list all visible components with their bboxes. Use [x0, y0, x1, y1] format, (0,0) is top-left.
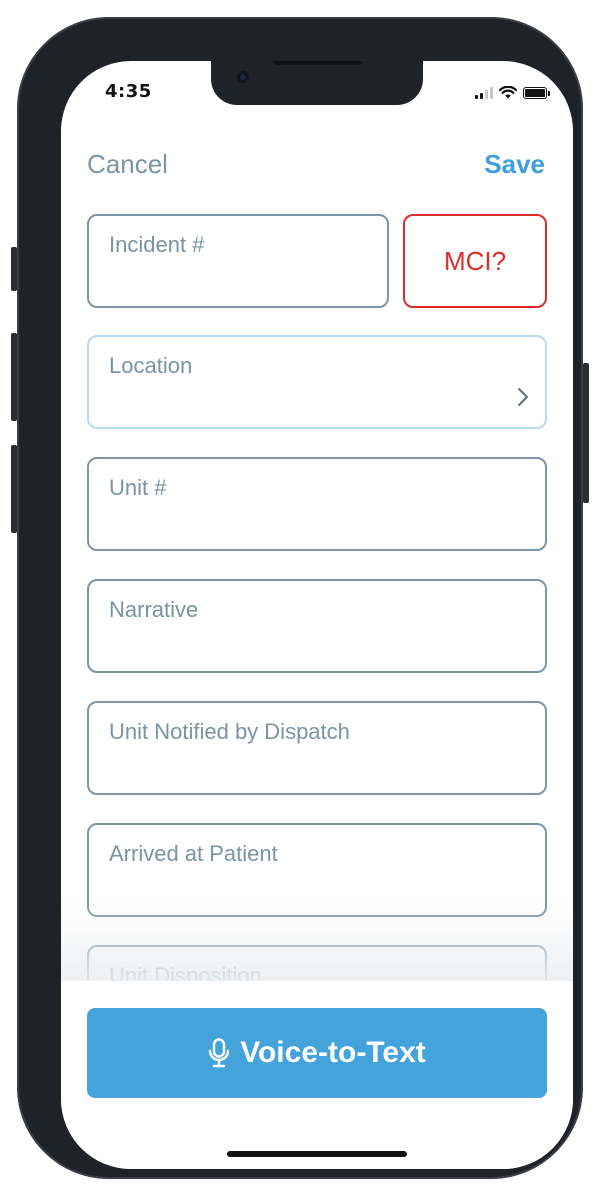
location-label: Location: [109, 353, 193, 378]
unit-notified-label: Unit Notified by Dispatch: [109, 719, 350, 744]
narrative-label: Narrative: [109, 597, 199, 622]
unit-number-field[interactable]: Unit #: [87, 457, 547, 551]
arrived-at-patient-field[interactable]: Arrived at Patient: [87, 823, 547, 917]
notch: [211, 61, 423, 105]
incident-number-label: Incident #: [109, 232, 205, 257]
volume-up-button: [11, 333, 17, 421]
arrived-at-patient-label: Arrived at Patient: [109, 841, 278, 866]
battery-icon: [523, 87, 550, 99]
save-button[interactable]: Save: [484, 149, 545, 180]
wifi-icon: [499, 86, 517, 99]
phone-frame: 4:35 Cancel Save Incident # MCI? Locatio…: [11, 17, 589, 1179]
home-indicator[interactable]: [227, 1151, 407, 1157]
incident-number-field[interactable]: Incident #: [87, 214, 389, 308]
unit-number-label: Unit #: [109, 475, 167, 500]
action-button: [11, 247, 17, 291]
cancel-button[interactable]: Cancel: [87, 149, 168, 180]
power-button: [583, 363, 589, 503]
voice-to-text-label: Voice-to-Text: [240, 1036, 426, 1069]
volume-down-button: [11, 445, 17, 533]
voice-to-text-button[interactable]: Voice-to-Text: [87, 1008, 547, 1098]
chevron-right-icon: [518, 388, 528, 406]
narrative-field[interactable]: Narrative: [87, 579, 547, 673]
front-camera: [237, 71, 249, 83]
unit-notified-field[interactable]: Unit Notified by Dispatch: [87, 701, 547, 795]
mci-button[interactable]: MCI?: [403, 214, 547, 308]
status-icons: [475, 85, 550, 99]
cellular-signal-icon: [475, 87, 493, 99]
app-screen: 4:35 Cancel Save Incident # MCI? Locatio…: [61, 61, 573, 1169]
status-time: 4:35: [105, 81, 152, 102]
location-field[interactable]: Location: [87, 335, 547, 429]
earpiece-speaker: [273, 61, 363, 65]
microphone-icon: [209, 1038, 230, 1068]
